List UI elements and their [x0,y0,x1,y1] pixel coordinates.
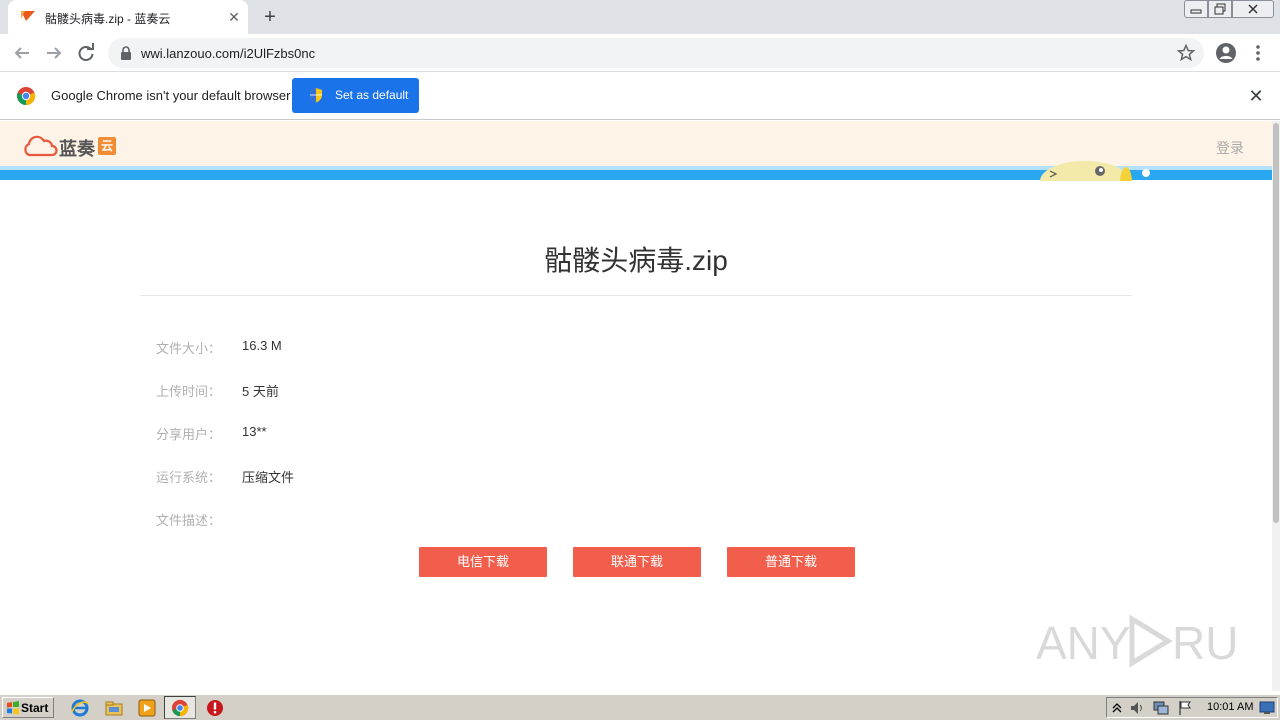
window-close-button[interactable] [1232,0,1274,18]
media-player-icon[interactable] [137,698,157,718]
site-header: 蓝奏 云 登录 [0,121,1272,166]
info-label: 文件大小： [156,341,222,356]
mascot-character-icon [1040,161,1150,181]
info-value: 13** [242,424,267,439]
logo-text: 蓝奏 [59,139,95,159]
info-label: 文件描述： [156,513,222,528]
scrollbar-thumb[interactable] [1273,123,1279,523]
back-arrow-icon[interactable] [9,40,35,66]
uac-shield-icon [310,88,322,103]
set-as-default-button[interactable]: Set as default [292,78,419,113]
page-scrollbar[interactable] [1272,121,1280,691]
stop-sign-icon[interactable] [205,698,225,718]
info-label: 运行系统： [156,470,222,485]
bookmark-star-icon[interactable] [1176,43,1196,63]
file-explorer-icon[interactable] [104,698,124,718]
unicom-download-button[interactable]: 联通下载 [573,547,701,577]
volume-icon[interactable] [1129,700,1145,716]
lock-icon[interactable] [120,46,132,60]
info-value: 压缩文件 [242,470,295,485]
anyrun-watermark: ANY RUN [1036,614,1236,669]
normal-download-button[interactable]: 普通下载 [727,547,855,577]
svg-text:ANY: ANY [1036,617,1131,669]
page-viewport: 蓝奏 云 登录 骷髅头病毒.zip 文件大小： 16.3 M 上传时间： 5 天… [0,121,1272,691]
browser-tab[interactable]: 骷髅头病毒.zip - 蓝奏云 ✕ [8,0,248,34]
chrome-taskbar-button[interactable] [164,696,196,719]
info-value: 16.3 M [242,338,282,353]
reload-icon[interactable] [73,40,99,66]
address-bar[interactable]: wwi.lanzouo.com/i2UlFzbs0nc [108,38,1204,68]
default-browser-infobar: Google Chrome isn't your default browser… [0,72,1280,120]
windows-logo-icon [7,701,19,715]
info-label: 上传时间： [156,384,222,399]
system-tray: 10:01 AM [1106,697,1278,718]
site-favicon-icon [21,11,35,21]
set-as-default-label: Set as default [335,88,409,102]
window-restore-button[interactable] [1208,0,1232,18]
login-link[interactable]: 登录 [1216,138,1244,158]
telecom-download-button[interactable]: 电信下载 [419,547,547,577]
taskbar-clock[interactable]: 10:01 AM [1207,701,1253,713]
internet-explorer-icon[interactable] [70,698,90,718]
profile-avatar-icon[interactable] [1214,41,1238,65]
logo-badge: 云 [98,137,116,155]
windows-taskbar: Start 10:01 AM [0,694,1280,720]
network-icon[interactable] [1153,700,1169,716]
file-title: 骷髅头病毒.zip [544,245,728,276]
start-label: Start [21,701,49,715]
infobar-message: Google Chrome isn't your default browser [51,88,291,103]
site-logo[interactable]: 蓝奏 云 [22,133,122,159]
forward-arrow-icon[interactable] [41,40,67,66]
show-desktop-icon[interactable] [1259,701,1275,715]
chrome-taskbar-icon [171,699,189,717]
info-value: 5 天前 [242,384,279,399]
browser-tab-strip: 骷髅头病毒.zip - 蓝奏云 ✕ + [0,0,1280,34]
window-minimize-button[interactable] [1184,0,1208,18]
info-label: 分享用户： [156,427,222,442]
cloud-logo-icon [24,135,58,157]
tab-title: 骷髅头病毒.zip - 蓝奏云 [45,12,171,26]
url-text[interactable]: wwi.lanzouo.com/i2UlFzbs0nc [141,46,315,61]
tray-expand-icon[interactable] [1111,701,1123,715]
svg-text:RUN: RUN [1172,617,1236,669]
action-center-flag-icon[interactable] [1177,700,1193,716]
start-button[interactable]: Start [2,697,54,718]
infobar-close-icon[interactable]: ✕ [1246,86,1266,106]
title-divider [140,295,1132,296]
tab-close-icon[interactable]: ✕ [226,9,242,25]
new-tab-button[interactable]: + [258,5,282,29]
kebab-menu-icon[interactable] [1250,43,1266,63]
chrome-logo-icon [16,87,36,106]
browser-toolbar: wwi.lanzouo.com/i2UlFzbs0nc [0,34,1280,72]
